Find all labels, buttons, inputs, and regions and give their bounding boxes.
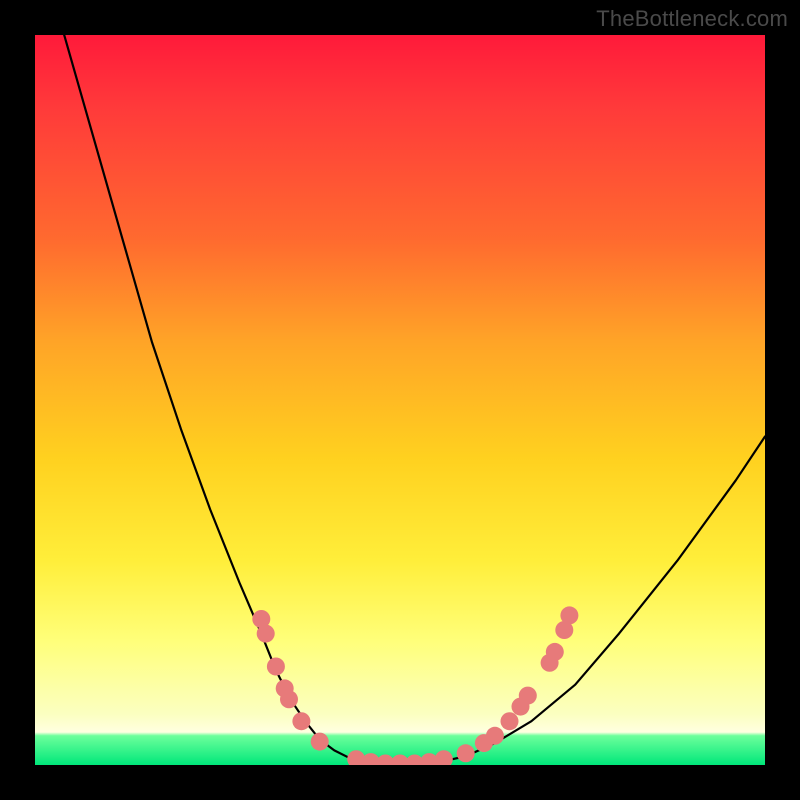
highlight-dot (501, 712, 519, 730)
highlight-dot (546, 643, 564, 661)
highlight-dot (435, 750, 453, 765)
highlight-dot (257, 625, 275, 643)
plot-area (35, 35, 765, 765)
highlight-dot (311, 733, 329, 751)
curve-svg (35, 35, 765, 765)
highlight-dots (252, 606, 578, 765)
highlight-dot (486, 727, 504, 745)
highlight-dot (519, 687, 537, 705)
highlight-dot (280, 690, 298, 708)
bottleneck-curve (64, 35, 765, 765)
chart-frame: TheBottleneck.com (0, 0, 800, 800)
watermark-text: TheBottleneck.com (596, 6, 788, 32)
highlight-dot (267, 658, 285, 676)
highlight-dot (457, 744, 475, 762)
highlight-dot (292, 712, 310, 730)
highlight-dot (560, 606, 578, 624)
